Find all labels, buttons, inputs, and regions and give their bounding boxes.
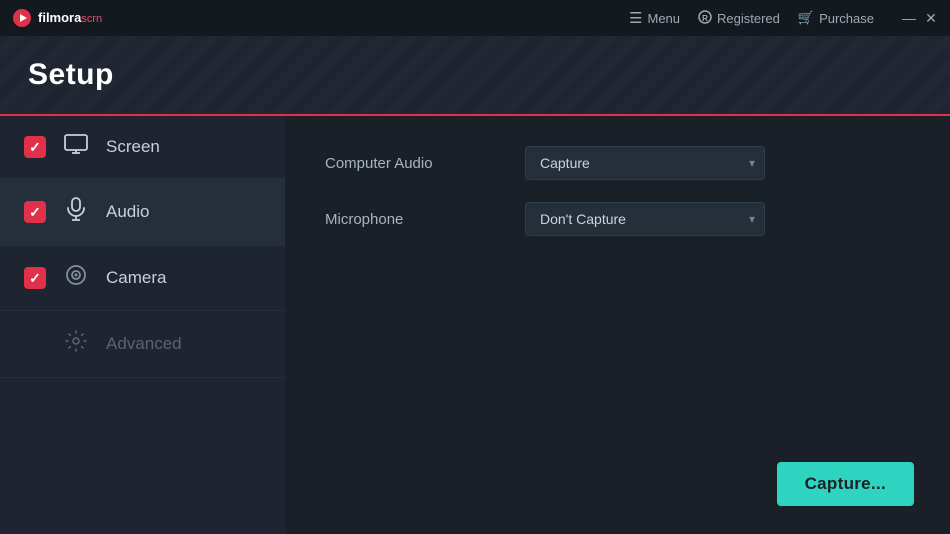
capture-button[interactable]: Capture... xyxy=(777,462,914,506)
menu-label: Menu xyxy=(647,11,680,26)
title-bar-controls: ☰ Menu R Registered 🛒 Purchase — ✕ xyxy=(629,9,938,27)
main-content: Screen Audio xyxy=(0,116,950,534)
sidebar-item-camera[interactable]: Camera xyxy=(0,246,285,311)
sidebar-item-advanced-label: Advanced xyxy=(106,334,182,354)
window-controls: — ✕ xyxy=(902,11,938,25)
computer-audio-label: Computer Audio xyxy=(325,155,525,172)
screen-checkbox[interactable] xyxy=(24,136,46,158)
close-button[interactable]: ✕ xyxy=(924,11,938,25)
page-title: Setup xyxy=(28,58,114,92)
menu-icon: ☰ xyxy=(629,9,642,27)
computer-audio-select[interactable]: Capture Don't Capture xyxy=(525,146,765,180)
menu-button[interactable]: ☰ Menu xyxy=(629,9,680,27)
camera-icon xyxy=(62,264,90,292)
registered-label: Registered xyxy=(717,11,780,26)
screen-icon xyxy=(62,134,90,160)
header: Setup xyxy=(0,36,950,116)
app-logo-icon xyxy=(12,8,32,28)
sidebar: Screen Audio xyxy=(0,116,285,534)
logo: filmorascrn xyxy=(12,8,102,28)
microphone-label: Microphone xyxy=(325,211,525,228)
title-bar: filmorascrn ☰ Menu R Registered 🛒 Purcha… xyxy=(0,0,950,36)
sidebar-item-audio-label: Audio xyxy=(106,202,149,222)
sidebar-item-camera-label: Camera xyxy=(106,268,166,288)
advanced-icon xyxy=(62,329,90,359)
content-panel: Computer Audio Capture Don't Capture ▾ M… xyxy=(285,116,950,534)
computer-audio-select-wrapper: Capture Don't Capture ▾ xyxy=(525,146,765,180)
sidebar-item-screen[interactable]: Screen xyxy=(0,116,285,179)
audio-checkbox[interactable] xyxy=(24,201,46,223)
sidebar-item-advanced[interactable]: Advanced xyxy=(0,311,285,378)
purchase-button[interactable]: 🛒 Purchase xyxy=(798,10,874,26)
camera-checkbox[interactable] xyxy=(24,267,46,289)
svg-text:R: R xyxy=(702,14,708,23)
computer-audio-row: Computer Audio Capture Don't Capture ▾ xyxy=(325,146,910,180)
registered-button[interactable]: R Registered xyxy=(698,10,780,27)
purchase-label: Purchase xyxy=(819,11,874,26)
microphone-select-wrapper: Capture Don't Capture ▾ xyxy=(525,202,765,236)
purchase-icon: 🛒 xyxy=(798,10,814,26)
minimize-button[interactable]: — xyxy=(902,11,916,25)
sidebar-item-screen-label: Screen xyxy=(106,137,160,157)
microphone-select[interactable]: Capture Don't Capture xyxy=(525,202,765,236)
logo-text: filmorascrn xyxy=(38,9,102,27)
registered-icon: R xyxy=(698,10,712,27)
sidebar-item-audio[interactable]: Audio xyxy=(0,179,285,246)
microphone-row: Microphone Capture Don't Capture ▾ xyxy=(325,202,910,236)
audio-icon xyxy=(62,197,90,227)
